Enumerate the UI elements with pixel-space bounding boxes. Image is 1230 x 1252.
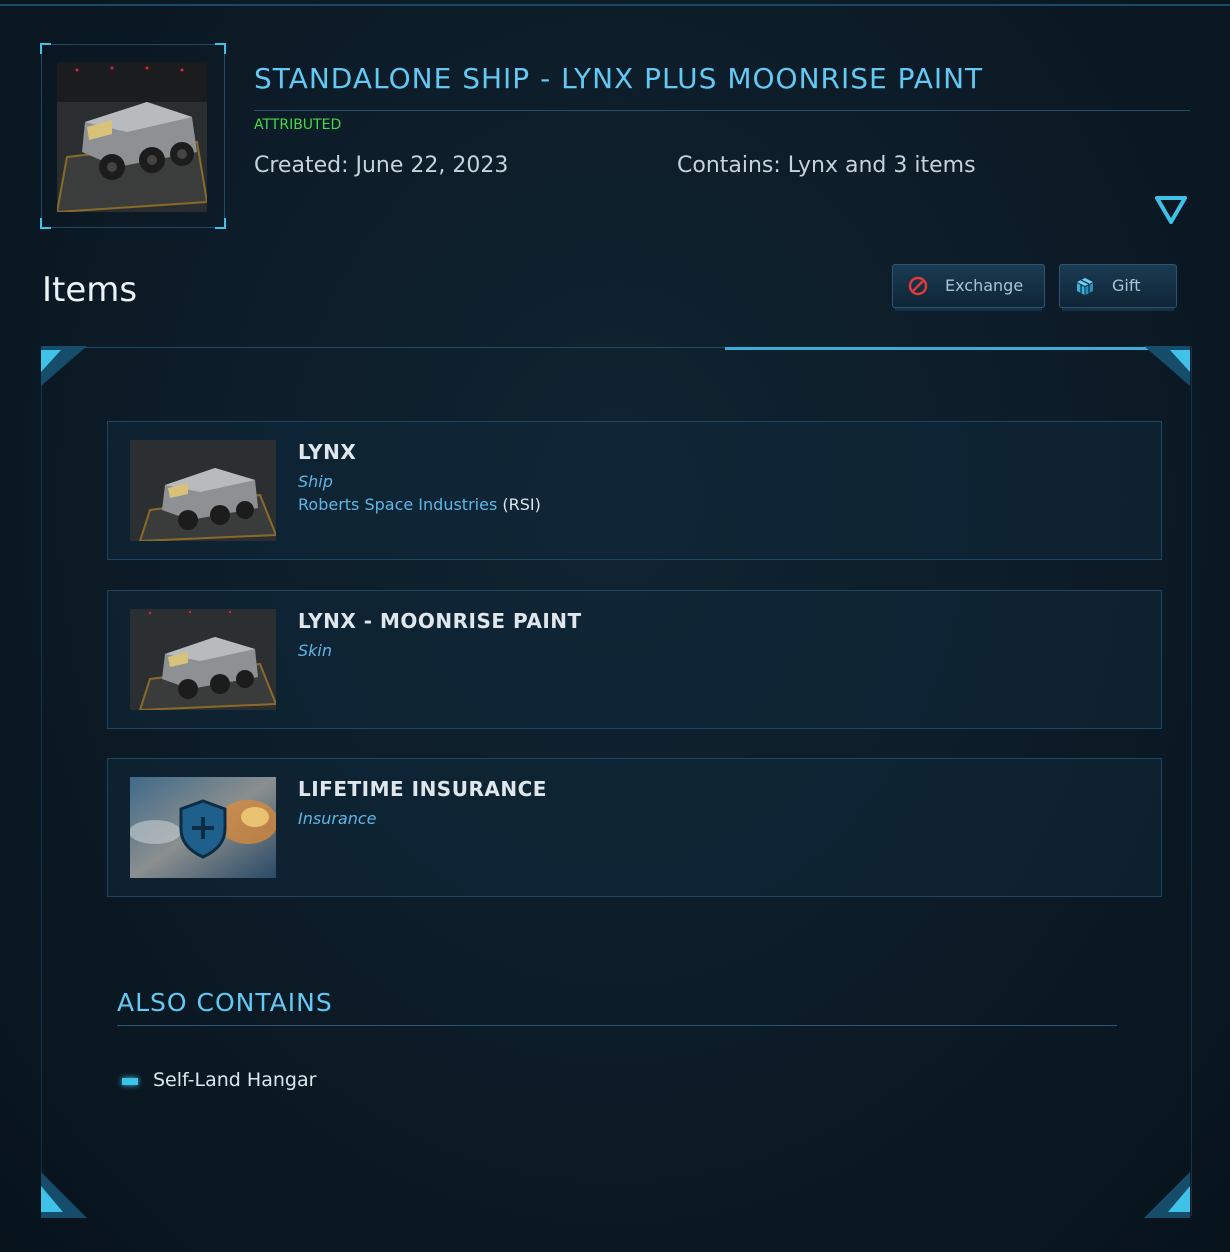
exchange-button[interactable]: Exchange xyxy=(892,264,1045,308)
insurance-shield-image xyxy=(130,777,276,878)
item-type: Skin xyxy=(298,641,333,660)
pledge-thumbnail-frame xyxy=(40,43,226,229)
corner-decoration-icon xyxy=(1144,1172,1190,1218)
manufacturer-name: Roberts Space Industries xyxy=(298,495,498,514)
panel-divider-highlight xyxy=(725,347,1165,350)
pledge-title: STANDALONE SHIP - LYNX PLUS MOONRISE PAI… xyxy=(254,62,984,95)
manufacturer-code: (RSI) xyxy=(502,495,541,514)
item-name: LYNX - MOONRISE PAINT xyxy=(298,609,582,633)
top-divider xyxy=(0,4,1230,6)
contains-summary: Contains: Lynx and 3 items xyxy=(677,153,976,178)
item-name: LIFETIME INSURANCE xyxy=(298,777,547,801)
item-manufacturer: Roberts Space Industries (RSI) xyxy=(298,495,541,514)
corner-decoration-icon xyxy=(41,1172,87,1218)
item-card-moonrise-paint[interactable]: LYNX - MOONRISE PAINT Skin xyxy=(107,590,1162,729)
item-card-lifetime-insurance[interactable]: LIFETIME INSURANCE Insurance xyxy=(107,758,1162,897)
frame-corner xyxy=(40,218,51,229)
frame-corner xyxy=(215,43,226,54)
item-name: LYNX xyxy=(298,440,357,464)
corner-decoration-icon xyxy=(1144,346,1190,386)
item-type: Ship xyxy=(298,472,333,491)
triangle-down-icon[interactable] xyxy=(1154,194,1188,226)
item-type: Insurance xyxy=(298,809,377,828)
frame-corner xyxy=(40,43,51,54)
title-divider xyxy=(254,110,1190,111)
rover-vehicle-image xyxy=(130,440,276,541)
also-contains-divider xyxy=(117,1025,1117,1026)
no-entry-icon xyxy=(908,276,928,296)
exchange-label: Exchange xyxy=(945,276,1024,295)
gift-box-icon xyxy=(1077,278,1093,295)
pledge-page: STANDALONE SHIP - LYNX PLUS MOONRISE PAI… xyxy=(0,0,1230,1252)
gift-label: Gift xyxy=(1112,276,1141,295)
frame-corner xyxy=(215,218,226,229)
pledge-thumbnail xyxy=(57,62,207,212)
item-card-lynx[interactable]: LYNX Ship Roberts Space Industries (RSI) xyxy=(107,421,1162,560)
items-heading: Items xyxy=(42,270,138,310)
corner-decoration-icon xyxy=(41,346,87,386)
gift-button[interactable]: Gift xyxy=(1059,264,1177,308)
also-contains-item: Self-Land Hangar xyxy=(153,1069,317,1091)
status-badge: ATTRIBUTED xyxy=(254,117,342,133)
also-contains-heading: ALSO CONTAINS xyxy=(117,988,333,1017)
rover-vehicle-image xyxy=(130,609,276,710)
created-date: Created: June 22, 2023 xyxy=(254,153,509,178)
bullet-icon xyxy=(122,1078,138,1085)
